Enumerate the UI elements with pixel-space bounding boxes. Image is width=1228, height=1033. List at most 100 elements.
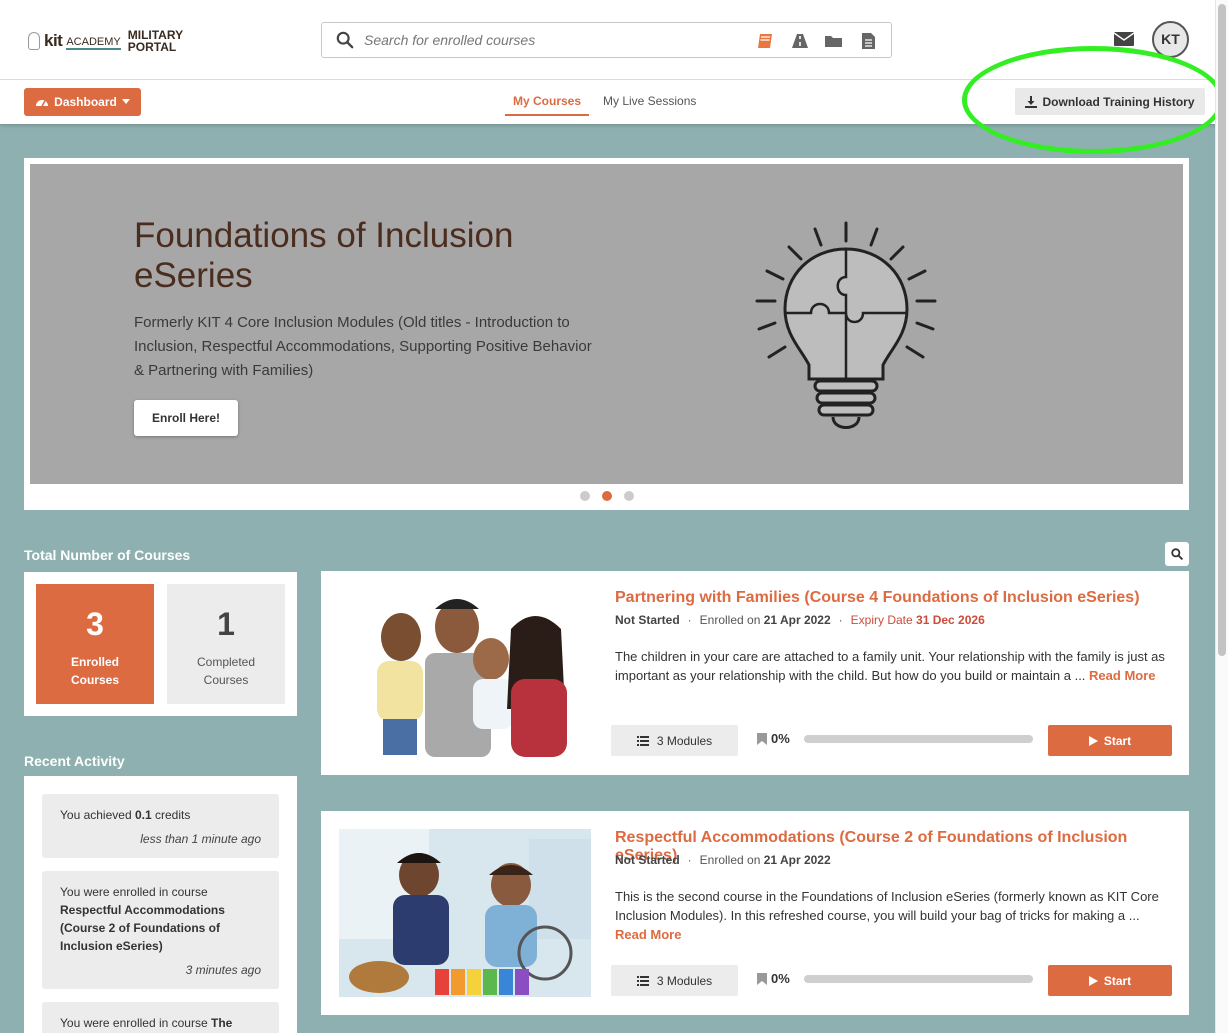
description-text: This is the second course in the Foundat… (615, 889, 1159, 923)
activity-strong: 0.1 (134, 808, 152, 822)
modules-label: 3 Modules (656, 733, 713, 748)
completed-courses-tile[interactable]: 1 Completed Courses (167, 584, 285, 704)
carousel-indicators (24, 491, 1189, 501)
search-icon (336, 31, 354, 49)
expiry-date: 31 Dec 2026 (916, 613, 985, 627)
boys-music-photo-thumbnail[interactable] (339, 829, 591, 997)
carousel-dot-1[interactable] (579, 491, 590, 501)
featured-carousel: Foundations of Inclusion eSeries Formerl… (24, 158, 1189, 510)
family-photo-thumbnail[interactable] (339, 589, 591, 757)
list-icon (636, 975, 649, 986)
carousel-slide: Foundations of Inclusion eSeries Formerl… (30, 164, 1183, 484)
start-label: Start (1103, 733, 1132, 748)
modules-button[interactable]: 3 Modules (611, 965, 738, 996)
dashboard-gauge-icon (36, 100, 49, 107)
logo-portal-line2: PORTAL (127, 40, 177, 54)
play-icon (1088, 975, 1098, 986)
course-card: Respectful Accommodations (Course 2 of F… (321, 811, 1189, 1015)
expiry-prefix: Expiry Date (850, 613, 917, 627)
meta-separator: · (687, 613, 692, 627)
carousel-dot-2[interactable] (601, 491, 612, 501)
search-input[interactable] (364, 29, 744, 51)
envelope-icon[interactable] (1114, 31, 1134, 47)
top-header: kit ACADEMY MILITARY PORTAL Search for e… (0, 0, 1228, 80)
enrolled-date: 21 Apr 2022 (763, 613, 831, 627)
start-course-button[interactable]: Start (1048, 725, 1172, 756)
enrolled-date: 21 Apr 2022 (763, 853, 831, 867)
bookmark-icon (757, 732, 767, 745)
carousel-dot-3[interactable] (623, 491, 634, 501)
activity-time: 3 minutes ago (185, 963, 261, 977)
activity-text: You achieved 0.1 credits (60, 806, 261, 824)
kit-academy-logo[interactable]: kit ACADEMY MILITARY PORTAL (28, 26, 183, 56)
tab-my-live-sessions[interactable]: My Live Sessions (603, 94, 696, 116)
description-text: The children in your care are attached t… (615, 649, 1165, 683)
course-title[interactable]: Partnering with Families (Course 4 Found… (615, 589, 1140, 607)
read-more-link[interactable]: Read More (615, 927, 681, 942)
enrolled-prefix: Enrolled on (699, 853, 764, 867)
progress-percent: 0% (771, 731, 790, 746)
page-scrollbar[interactable] (1215, 0, 1228, 1033)
activity-strong: The (210, 1016, 233, 1030)
course-search-bar (321, 22, 892, 58)
modules-button[interactable]: 3 Modules (611, 725, 738, 756)
logo-portal: MILITARY PORTAL (128, 29, 183, 53)
course-description: The children in your care are attached t… (615, 647, 1175, 685)
download-training-history-button[interactable]: Download Training History (1015, 88, 1205, 115)
dashboard-label: Dashboard (54, 95, 117, 109)
scrollbar-thumb[interactable] (1218, 4, 1226, 656)
tab-my-courses[interactable]: My Courses (505, 94, 590, 116)
meta-separator: · (838, 613, 843, 627)
meta-separator: · (687, 853, 692, 867)
activity-item: You were enrolled in course Respectful A… (42, 871, 279, 989)
enroll-here-button[interactable]: Enroll Here! (134, 400, 238, 436)
play-icon (1088, 735, 1098, 746)
modules-label: 3 Modules (656, 973, 713, 988)
bookmark-icon (757, 972, 767, 985)
activity-text: You were enrolled in course Respectful A… (60, 883, 261, 955)
download-label: Download Training History (1042, 94, 1195, 109)
total-courses-heading: Total Number of Courses (24, 547, 191, 563)
book-icon[interactable] (755, 31, 777, 51)
activity-strong: Respectful Accommodations (Course 2 of F… (60, 903, 225, 953)
search-filters (755, 31, 879, 51)
progress-bar (803, 974, 1033, 983)
course-meta: Not Started · Enrolled on 21 Apr 2022 · Expi… (615, 613, 985, 627)
enrolled-courses-tile[interactable]: 3 Enrolled Courses (36, 584, 154, 704)
course-stats-card: 3 Enrolled Courses 1 Completed Courses (24, 572, 297, 716)
recent-activity-heading: Recent Activity (24, 753, 125, 769)
activity-prefix: You were enrolled in course (60, 1016, 211, 1030)
course-list-search-button[interactable] (1165, 542, 1189, 566)
start-label: Start (1103, 973, 1132, 988)
slide-title: Foundations of Inclusion eSeries (134, 216, 514, 295)
list-icon (636, 735, 649, 746)
activity-prefix: You achieved (60, 808, 135, 822)
folder-icon[interactable] (823, 31, 845, 51)
start-course-button[interactable]: Start (1048, 965, 1172, 996)
recent-activity-card: You achieved 0.1 credits less than 1 min… (24, 776, 297, 1033)
read-more-link[interactable]: Read More (1089, 668, 1155, 683)
course-description: This is the second course in the Foundat… (615, 887, 1175, 944)
puzzle-lightbulb-illustration (755, 221, 937, 429)
course-card: Partnering with Families (Course 4 Found… (321, 571, 1189, 775)
search-icon (1171, 548, 1183, 560)
completed-label: Completed Courses (196, 655, 256, 687)
slide-description: Formerly KIT 4 Core Inclusion Modules (O… (134, 314, 592, 379)
activity-text: You were enrolled in course The (60, 1014, 261, 1032)
activity-item: You were enrolled in course The (42, 1002, 279, 1033)
document-icon[interactable] (857, 31, 879, 51)
course-progress: 0% (757, 731, 1033, 746)
progress-bar (803, 734, 1033, 743)
logo-brand: kit (44, 31, 63, 50)
user-avatar[interactable]: KT (1152, 21, 1189, 58)
road-icon[interactable] (789, 31, 811, 51)
dashboard-dropdown-button[interactable]: Dashboard (24, 88, 141, 116)
activity-prefix: You were enrolled in course (60, 885, 208, 899)
course-status: Not Started (615, 613, 680, 627)
activity-item: You achieved 0.1 credits less than 1 min… (42, 794, 279, 858)
enrolled-count: 3 (86, 606, 104, 642)
completed-count: 1 (217, 606, 235, 642)
activity-suffix: credits (151, 808, 191, 822)
download-icon (1025, 95, 1038, 108)
enrolled-prefix: Enrolled on (699, 613, 764, 627)
